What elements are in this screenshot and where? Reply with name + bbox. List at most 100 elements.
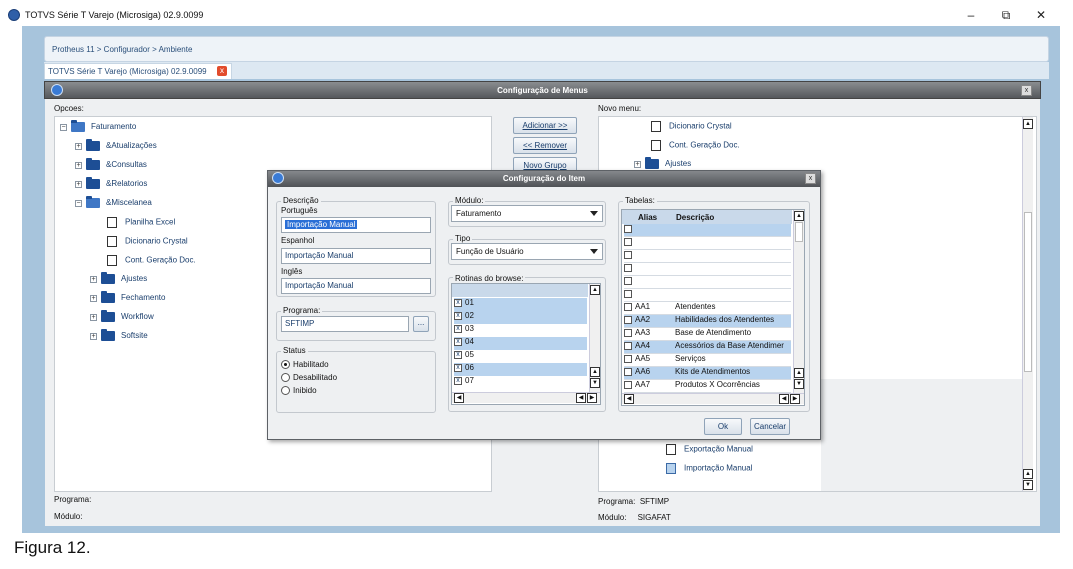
scroll-left-icon[interactable]: ◀: [779, 394, 789, 404]
checkbox-icon[interactable]: [624, 328, 632, 337]
tab-close-icon[interactable]: x: [217, 66, 227, 76]
expand-icon[interactable]: +: [90, 294, 97, 302]
col-alias[interactable]: Alias: [638, 213, 657, 222]
tabela-row[interactable]: [624, 224, 791, 237]
rotinas-hscroll[interactable]: ◀ ◀ ▶: [452, 392, 600, 403]
checkbox-icon[interactable]: [624, 380, 632, 389]
checkbox-icon[interactable]: [624, 302, 632, 311]
checkbox-icon[interactable]: [624, 289, 632, 298]
status-habilitado-radio[interactable]: Habilitado: [281, 360, 329, 370]
tree-item-consultas[interactable]: + &Consultas: [75, 158, 147, 170]
espanhol-input[interactable]: Importação Manual: [281, 248, 431, 264]
tree-item-ajustes[interactable]: + Ajustes: [90, 272, 147, 284]
scroll-up-icon[interactable]: ▲: [794, 368, 804, 378]
tree-item-atualizacoes[interactable]: + &Atualizações: [75, 139, 157, 151]
tabelas-hscroll[interactable]: ◀ ◀ ▶: [622, 393, 804, 404]
programa-input[interactable]: SFTIMP: [281, 316, 409, 332]
tree-item-workflow[interactable]: + Workflow: [90, 310, 154, 322]
novo-menu-scrollbar[interactable]: ▲ ▲ ▼: [1022, 117, 1033, 491]
checkbox-icon[interactable]: [624, 354, 632, 363]
tree-item-cont-geracao-doc[interactable]: Cont. Geração Doc.: [107, 255, 196, 266]
checkbox-icon[interactable]: [624, 224, 632, 233]
tabelas-grid[interactable]: Alias Descrição AA1 Atendentes AA2 Habilida…: [621, 209, 805, 406]
remover-button[interactable]: << Remover: [513, 137, 577, 154]
checkbox-icon[interactable]: [624, 367, 632, 376]
tree-item-relatorios[interactable]: + &Relatorios: [75, 177, 147, 189]
expand-icon[interactable]: +: [75, 161, 82, 169]
scroll-down-icon[interactable]: ▼: [794, 379, 804, 389]
tab-main[interactable]: TOTVS Série T Varejo (Microsiga) 02.9.00…: [44, 63, 232, 79]
collapse-icon[interactable]: −: [60, 123, 67, 131]
novo-tree-cont-geracao-doc[interactable]: Cont. Geração Doc.: [651, 140, 740, 151]
tree-item-miscelanea[interactable]: − &Miscelanea: [75, 196, 152, 208]
checkbox-icon[interactable]: [624, 341, 632, 350]
maximize-button[interactable]: ⧉: [991, 6, 1021, 24]
expand-icon[interactable]: +: [75, 142, 82, 150]
scroll-up-icon[interactable]: ▲: [794, 211, 804, 221]
novo-tree-ajustes[interactable]: + Ajustes: [634, 157, 691, 169]
tabela-row[interactable]: [624, 276, 791, 289]
novo-tree-dicionario-crystal[interactable]: Dicionario Crystal: [651, 121, 732, 132]
tabela-row[interactable]: [624, 237, 791, 250]
tree-item-fechamento[interactable]: + Fechamento: [90, 291, 165, 303]
scroll-left-icon[interactable]: ◀: [576, 393, 586, 403]
rotina-row[interactable]: x 05: [454, 350, 587, 363]
scroll-left-icon[interactable]: ◀: [624, 394, 634, 404]
rotina-row[interactable]: x 01: [454, 298, 587, 311]
tabelas-vscroll[interactable]: ▲ ▲ ▼: [793, 210, 804, 393]
checkbox-icon[interactable]: [624, 263, 632, 272]
tree-item-softsite[interactable]: + Softsite: [90, 329, 148, 341]
scroll-thumb[interactable]: [1024, 212, 1032, 372]
scroll-down-icon[interactable]: ▼: [590, 378, 600, 388]
scroll-up-icon[interactable]: ▲: [590, 367, 600, 377]
programa-browse-button[interactable]: ...: [413, 316, 429, 332]
status-desabilitado-radio[interactable]: Desabilitado: [281, 373, 337, 383]
tabela-row[interactable]: AA3 Base de Atendimento: [624, 328, 791, 341]
scroll-up-icon[interactable]: ▲: [1023, 119, 1033, 129]
checkbox-icon[interactable]: [624, 276, 632, 285]
modulo-select[interactable]: Faturamento: [451, 205, 603, 222]
adicionar-button[interactable]: Adicionar >>: [513, 117, 577, 134]
tree-item-planilha-excel[interactable]: Planilha Excel: [107, 217, 175, 228]
expand-icon[interactable]: +: [90, 275, 97, 283]
rotina-row[interactable]: x 07: [454, 376, 587, 389]
tabela-row[interactable]: AA1 Atendentes: [624, 302, 791, 315]
cancelar-button[interactable]: Cancelar: [750, 418, 790, 435]
expand-icon[interactable]: +: [75, 180, 82, 188]
tabela-row[interactable]: [624, 289, 791, 302]
item-dialog-close-icon[interactable]: x: [805, 173, 816, 184]
expand-icon[interactable]: +: [90, 332, 97, 340]
scroll-right-icon[interactable]: ▶: [790, 394, 800, 404]
tabela-row[interactable]: AA2 Habilidades dos Atendentes: [624, 315, 791, 328]
dialog-close-icon[interactable]: x: [1021, 85, 1032, 96]
rotina-row[interactable]: x 03: [454, 324, 587, 337]
rotinas-vscroll[interactable]: ▲ ▲ ▼: [589, 284, 600, 392]
tabela-row[interactable]: AA5 Serviços: [624, 354, 791, 367]
tabela-row[interactable]: AA4 Acessórios da Base Atendimer: [624, 341, 791, 354]
tipo-select[interactable]: Função de Usuário: [451, 243, 603, 260]
scroll-down-icon[interactable]: ▼: [1023, 480, 1033, 490]
rotina-row[interactable]: x 06: [454, 363, 587, 376]
ok-button[interactable]: Ok: [704, 418, 742, 435]
checkbox-icon[interactable]: [624, 237, 632, 246]
rotina-row[interactable]: x 02: [454, 311, 587, 324]
tree-item-dicionario-crystal[interactable]: Dicionario Crystal: [107, 236, 188, 247]
checkbox-icon[interactable]: [624, 250, 632, 259]
scroll-right-icon[interactable]: ▶: [587, 393, 597, 403]
scroll-left-icon[interactable]: ◀: [454, 393, 464, 403]
breadcrumb-text[interactable]: Protheus 11 > Configurador > Ambiente: [52, 45, 192, 54]
tabela-row[interactable]: [624, 250, 791, 263]
scroll-thumb[interactable]: [795, 222, 803, 242]
scroll-up-icon[interactable]: ▲: [590, 285, 600, 295]
tabela-row[interactable]: [624, 263, 791, 276]
checkbox-icon[interactable]: [624, 315, 632, 324]
novo-tree-importacao-manual[interactable]: Importação Manual: [666, 463, 752, 474]
status-inibido-radio[interactable]: Inibido: [281, 386, 317, 396]
scroll-up-icon[interactable]: ▲: [1023, 469, 1033, 479]
close-window-button[interactable]: ✕: [1026, 6, 1056, 24]
tabela-row[interactable]: AA7 Produtos X Ocorrências: [624, 380, 791, 393]
portugues-input[interactable]: Importação Manual: [281, 217, 431, 233]
col-descricao[interactable]: Descrição: [676, 213, 714, 222]
tabela-row[interactable]: AA6 Kits de Atendimentos: [624, 367, 791, 380]
rotina-row[interactable]: x 04: [454, 337, 587, 350]
